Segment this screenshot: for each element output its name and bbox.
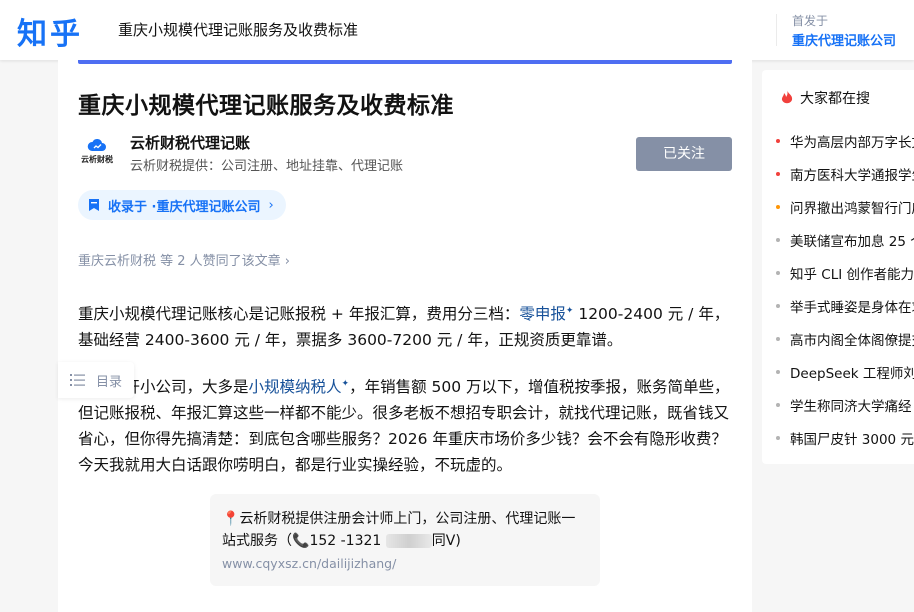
hot-search-item[interactable]: 举手式睡姿是身体在求救 [762, 289, 914, 322]
toc-button[interactable]: 目录 [58, 362, 134, 398]
keyword-text: 零申报 [519, 305, 566, 324]
hot-search-item[interactable]: 华为高层内部万字长文 [762, 124, 914, 157]
keyword-link[interactable]: 小规模纳税人✦ [249, 378, 350, 396]
hot-search-item[interactable]: 韩国尸皮针 3000 元一针 [762, 421, 914, 454]
follow-button[interactable]: 已关注 [636, 137, 732, 171]
collection-name: 重庆代理记账公司 [156, 199, 261, 215]
column-link[interactable]: 重庆代理记账公司 [792, 30, 896, 49]
bullet-dot-icon [776, 303, 780, 308]
pin-icon: 📍 [222, 511, 240, 527]
title-accent-bar [78, 60, 732, 64]
article-card: 重庆小规模代理记账服务及收费标准 云析财税 云析财税代理记账 云析财税提供：公司… [58, 60, 752, 612]
phone-icon: 📞 [292, 533, 310, 549]
hot-search-item-label: 高市内阁全体阁僚提交 [790, 332, 914, 349]
article-title: 重庆小规模代理记账服务及收费标准 [78, 93, 454, 119]
avatar[interactable]: 云析财税 [78, 138, 116, 170]
hot-search-item[interactable]: DeepSeek 工程师刘清 [762, 355, 914, 388]
bullet-dot-icon [776, 435, 780, 440]
collection-tag[interactable]: 收录于 · 重庆代理记账公司 › [78, 190, 286, 220]
hot-search-item-label: 举手式睡姿是身体在求救 [790, 299, 914, 316]
hot-search-item[interactable]: 问界撤出鸿蒙智行门店 [762, 190, 914, 223]
hot-search-item-label: 知乎 CLI 创作者能力上线 [790, 266, 914, 283]
chevron-right-icon: › [268, 197, 274, 213]
bullet-dot-icon [776, 171, 780, 176]
hot-search-item-label: 华为高层内部万字长文 [790, 134, 914, 151]
first-published-label: 首发于 [792, 14, 829, 28]
bullet-dot-icon [776, 336, 780, 341]
header-divider [776, 14, 777, 46]
top-header: 知乎 重庆小规模代理记账服务及收费标准 首发于 重庆代理记账公司 [0, 0, 914, 60]
hot-search-title: 大家都在搜 [800, 91, 870, 107]
bookmark-icon [89, 199, 99, 211]
promo-line-end: 同V) [431, 533, 461, 549]
paragraph-1: 重庆小规模代理记账核心是记账报税 + 年报汇算，费用分三档：零申报✦ 1200-… [78, 298, 734, 353]
promo-card[interactable]: 📍云析财税提供注册会计师上门，公司注册、代理记账一站式服务（📞152 -1321… [210, 494, 600, 586]
sparkle-icon: ✦ [341, 379, 350, 389]
hot-search-item[interactable]: 学生称同济大学痛经 [762, 388, 914, 421]
hot-search-item-label: 美联储宣布加息 25 个基点 [790, 233, 914, 250]
keyword-text: 小规模纳税人 [248, 378, 342, 397]
likes-summary[interactable]: 重庆云析财税 等 2 人赞同了该文章 › [78, 250, 290, 269]
promo-text: 📍云析财税提供注册会计师上门，公司注册、代理记账一站式服务（📞152 -1321… [222, 508, 588, 552]
header-article-title: 重庆小规模代理记账服务及收费标准 [118, 21, 359, 39]
paragraph-1-text: 重庆小规模代理记账核心是记账报税 + 年报汇算，费用分三档： [78, 305, 520, 324]
promo-url[interactable]: www.cqyxsz.cn/dailijizhang/ [222, 556, 588, 571]
zhihu-logo[interactable]: 知乎 [17, 9, 83, 53]
hot-search-item-label: 韩国尸皮针 3000 元一针 [790, 431, 914, 448]
author-description: 云析财税提供：公司注册、地址挂靠、代理记账 [130, 159, 404, 174]
toc-label: 目录 [96, 374, 123, 390]
hot-search-item[interactable]: 南方医科大学通报学生 [762, 157, 914, 190]
keyword-link[interactable]: 零申报✦ [519, 305, 573, 323]
bullet-dot-icon [776, 369, 780, 374]
fire-icon [781, 90, 793, 104]
hot-search-item[interactable]: 高市内阁全体阁僚提交 [762, 322, 914, 355]
bullet-dot-icon [776, 237, 780, 242]
bullet-dot-icon [776, 270, 780, 275]
hot-search-heading: 大家都在搜 [780, 88, 870, 108]
bullet-dot-icon [776, 138, 780, 143]
list-icon [70, 374, 85, 386]
bullet-dot-icon [776, 204, 780, 209]
bullet-dot-icon [776, 402, 780, 407]
hot-search-item-label: 南方医科大学通报学生 [790, 167, 914, 184]
phone-number: 152 -1321 [309, 533, 386, 549]
blurred-digits [385, 534, 432, 548]
hot-search-item-label: DeepSeek 工程师刘清 [790, 365, 914, 382]
hot-search-item-label: 问界撤出鸿蒙智行门店 [790, 200, 914, 217]
paragraph-2: 在重庆开小公司，大多是小规模纳税人✦，年销售额 500 万以下，增值税按季报，账… [78, 371, 734, 478]
hot-search-list: 华为高层内部万字长文 南方医科大学通报学生 问界撤出鸿蒙智行门店 美联储宣布加息 25… [762, 124, 914, 454]
hot-search-item[interactable]: 知乎 CLI 创作者能力上线 [762, 256, 914, 289]
hot-search-item[interactable]: 美联储宣布加息 25 个基点 [762, 223, 914, 256]
hot-search-panel: 大家都在搜 华为高层内部万字长文 南方医科大学通报学生 问界撤出鸿蒙智行门店 美联储宣… [762, 70, 914, 464]
avatar-brand-text: 云析财税 [81, 155, 113, 164]
cloud-logo-icon [87, 138, 106, 151]
author-name[interactable]: 云析财税代理记账 [130, 132, 250, 153]
hot-search-item-label: 学生称同济大学痛经 [790, 398, 912, 415]
collection-prefix: 收录于 · [108, 199, 157, 215]
